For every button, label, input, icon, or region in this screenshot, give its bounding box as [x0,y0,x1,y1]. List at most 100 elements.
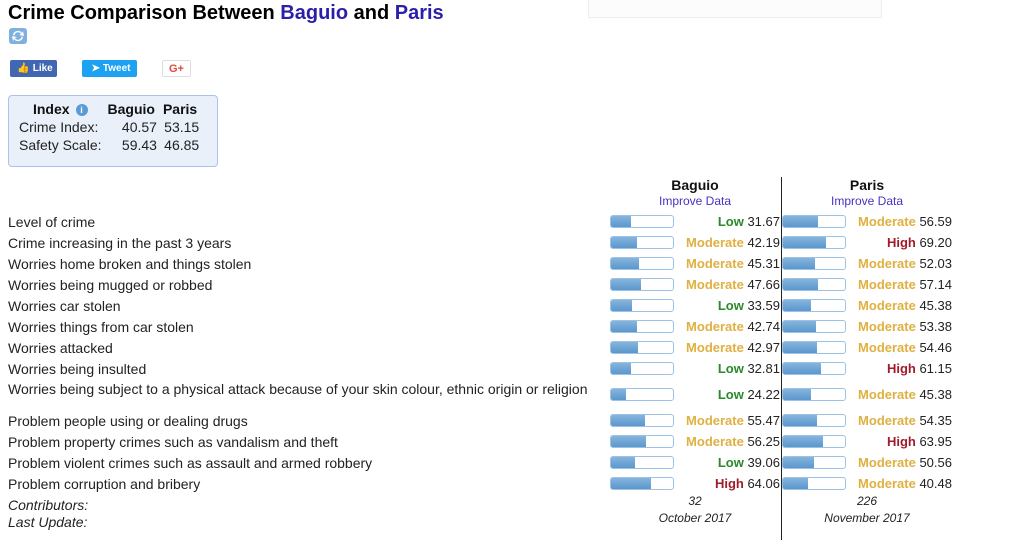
score-number: 42.19 [743,235,780,250]
baguio-score-row: Moderate 42.19 [610,232,780,253]
score-bar-fill [611,216,631,227]
index-header: Index i [17,100,104,118]
score-number: 47.66 [743,277,780,292]
improve-data-link-baguio[interactable]: Improve Data [610,194,780,211]
score-level: Moderate [858,455,916,470]
refresh-icon[interactable] [9,28,27,44]
score-bar-fill [783,457,815,468]
baguio-score-row: Low 31.67 [610,211,780,232]
score-level: Moderate [686,319,744,334]
paris-score-row: Moderate 54.35 [782,410,952,431]
score-bar [782,362,846,375]
improve-data-link-paris[interactable]: Improve Data [782,194,952,211]
score-value: Moderate 45.38 [858,298,952,313]
score-value: Moderate 53.38 [858,319,952,334]
baguio-score-row: Moderate 42.97 [610,337,780,358]
score-bar-fill [783,258,816,269]
score-level: Low [717,214,744,229]
score-bar [610,278,674,291]
score-bar [610,388,674,401]
score-bar [782,414,846,427]
thumbs-up-icon: 👍 [17,63,30,74]
score-bar-fill [783,321,817,332]
score-bar [782,477,846,490]
paris-column: Paris Improve Data Moderate 56.59 High 69… [782,177,952,528]
score-number: 45.31 [743,256,780,271]
score-value: High 69.20 [887,235,952,250]
score-number: 45.38 [915,298,952,313]
score-bar-fill [611,415,646,426]
score-bar [610,215,674,228]
score-value: Moderate 40.48 [858,476,952,491]
paris-score-row: Moderate 45.38 [782,379,952,410]
city2-link[interactable]: Paris [395,2,444,24]
score-number: 57.14 [915,277,952,292]
score-bar [782,215,846,228]
score-value: High 61.15 [887,361,952,376]
score-number: 56.59 [915,214,952,229]
score-bar [610,320,674,333]
score-level: Low [717,361,744,376]
score-bar-fill [783,436,823,447]
score-number: 63.95 [915,434,952,449]
baguio-score-row: Low 39.06 [610,452,780,473]
score-bar [610,341,674,354]
score-level: Moderate [858,340,916,355]
criterion-label: Worries things from car stolen [8,319,194,335]
info-icon[interactable]: i [75,104,88,117]
paris-score-row: Moderate 57.14 [782,274,952,295]
facebook-like-button[interactable]: 👍 Like [10,60,57,77]
criterion-label: Worries being mugged or robbed [8,277,213,293]
score-value: Moderate 45.31 [686,256,780,271]
score-level: High [714,476,744,491]
score-value: High 63.95 [887,434,952,449]
score-value: Moderate 56.59 [858,214,952,229]
score-bar-fill [611,300,632,311]
score-bar [782,278,846,291]
score-number: 45.38 [915,387,952,402]
score-bar-fill [783,363,821,374]
google-plus-button[interactable]: G+ [162,60,191,77]
score-level: Moderate [858,298,916,313]
last-update-paris: November 2017 [824,511,910,525]
score-value: Moderate 42.19 [686,235,780,250]
score-level: Moderate [858,413,916,428]
score-bar-fill [611,237,638,248]
criterion-label: Worries home broken and things stolen [8,256,252,272]
criterion-label: Problem violent crimes such as assault a… [8,455,373,471]
score-value: Moderate 50.56 [858,455,952,470]
score-bar-fill [783,300,812,311]
paris-score-row: Moderate 54.46 [782,337,952,358]
score-bar [610,435,674,448]
score-bar [782,341,846,354]
score-bar [610,456,674,469]
score-number: 69.20 [915,235,952,250]
score-bar-fill [783,389,812,400]
baguio-score-row: Moderate 55.47 [610,410,780,431]
score-level: Low [717,387,744,402]
score-value: Moderate 56.25 [686,434,780,449]
city1-link[interactable]: Baguio [280,2,348,24]
twitter-bird-icon: ➤ [91,63,100,74]
score-number: 40.48 [915,476,952,491]
paris-score-row: Moderate 40.48 [782,473,952,494]
contributors-label: Contributors: [8,497,89,513]
score-bar-fill [783,415,817,426]
score-bar [610,477,674,490]
score-bar [782,320,846,333]
baguio-score-row: Moderate 45.31 [610,253,780,274]
score-level: High [886,235,916,250]
tweet-button[interactable]: ➤ Tweet [82,60,137,77]
score-number: 32.81 [743,361,780,376]
score-level: Moderate [686,340,744,355]
score-bar-fill [611,279,641,290]
score-number: 55.47 [743,413,780,428]
criterion-label: Worries being insulted [8,361,147,377]
score-bar-fill [783,478,809,489]
score-number: 50.56 [915,455,952,470]
score-value: Low 31.67 [718,214,780,229]
score-number: 52.03 [915,256,952,271]
baguio-column: Baguio Improve Data Low 31.67 Moderate 42… [610,177,780,528]
last-update-label: Last Update: [8,514,88,530]
score-level: Moderate [858,277,916,292]
